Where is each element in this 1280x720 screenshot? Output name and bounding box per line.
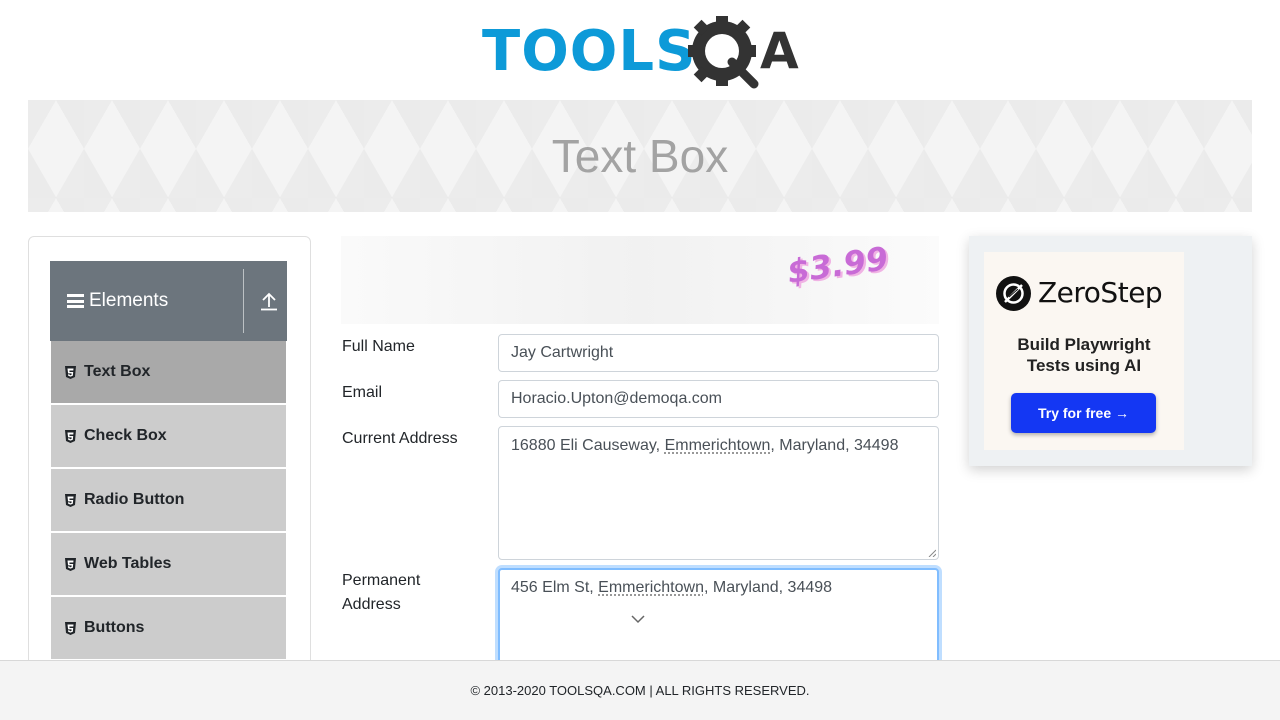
footer: © 2013-2020 TOOLSQA.COM | ALL RIGHTS RES… — [0, 660, 1280, 720]
html5-icon — [65, 557, 76, 571]
sidebar-item-check-box[interactable]: Check Box — [51, 405, 286, 467]
menu-icon — [67, 294, 84, 308]
ad-banner[interactable]: $3.99 — [341, 236, 939, 324]
page-banner: Text Box — [28, 100, 1252, 212]
footer-copyright: © 2013-2020 TOOLSQA.COM | ALL RIGHTS RES… — [470, 683, 810, 698]
resize-handle-icon[interactable] — [928, 549, 936, 557]
ad-price: $3.99 — [784, 239, 891, 291]
current-address-text-1: 16880 Eli Causeway, — [511, 437, 665, 454]
email-label: Email — [342, 384, 383, 401]
group-header-elements[interactable]: Elements — [50, 261, 287, 341]
full-name-label: Full Name — [342, 338, 415, 355]
sidebar: Elements Text Box Check Box Radio Button — [28, 236, 311, 696]
page-title: Text Box — [551, 130, 729, 182]
ad-card: ZeroStep Build Playwright Tests using AI… — [984, 252, 1184, 450]
permanent-address-label-line2: Address — [342, 596, 401, 613]
sidebar-item-label: Buttons — [84, 619, 145, 636]
sidebar-item-buttons[interactable]: Buttons — [51, 597, 286, 659]
sidebar-item-radio-button[interactable]: Radio Button — [51, 469, 286, 531]
page: TOOLS A Text Box Elements Text Box Check… — [0, 0, 1280, 720]
gear-magnifier-icon: A — [688, 16, 799, 89]
current-address-city: Emmerichtown — [664, 437, 771, 454]
sidebar-menu: Text Box Check Box Radio Button Web Tabl… — [51, 341, 286, 661]
sidebar-item-label: Check Box — [84, 427, 167, 444]
current-address-textarea[interactable]: 16880 Eli Causeway, Emmerichtown, Maryla… — [498, 426, 939, 560]
sidebar-item-label: Radio Button — [84, 491, 185, 508]
collapse-up-icon[interactable] — [260, 291, 278, 311]
email-value: Horacio.Upton@demoqa.com — [511, 390, 723, 407]
try-for-free-button[interactable]: Try for free → — [1011, 393, 1156, 433]
ad-brand: ZeroStep — [1038, 276, 1163, 309]
group-title: Elements — [89, 290, 169, 311]
current-address-text-2: , Maryland, 34498 — [770, 437, 899, 454]
ad-tagline-line1: Build Playwright — [1017, 335, 1151, 354]
html5-icon — [65, 429, 76, 443]
permanent-address-label-line1: Permanent — [342, 572, 421, 589]
ad-tagline-line2: Tests using AI — [1026, 356, 1142, 375]
permanent-address-label: Permanent Address — [342, 569, 420, 617]
zerostep-logo-icon — [996, 276, 1031, 311]
header-divider — [243, 269, 244, 333]
sidebar-item-label: Text Box — [84, 363, 151, 380]
zerostep-ad[interactable]: ZeroStep Build Playwright Tests using AI… — [969, 236, 1252, 466]
full-name-input[interactable]: Jay Cartwright — [498, 334, 939, 372]
html5-icon — [65, 621, 76, 635]
permanent-address-text-1: 456 Elm St, — [511, 579, 599, 596]
permanent-address-text-2: , Maryland, 34498 — [703, 579, 833, 596]
current-address-label: Current Address — [342, 430, 458, 447]
logo-letter-a: A — [760, 22, 799, 80]
html5-icon — [65, 365, 76, 379]
chevron-down-icon[interactable] — [630, 613, 646, 625]
sidebar-item-label: Web Tables — [84, 555, 172, 572]
html5-icon — [65, 493, 76, 507]
email-input[interactable]: Horacio.Upton@demoqa.com — [498, 380, 939, 418]
sidebar-item-text-box[interactable]: Text Box — [51, 341, 286, 403]
sidebar-item-web-tables[interactable]: Web Tables — [51, 533, 286, 595]
ad-tagline: Build Playwright Tests using AI — [984, 334, 1184, 376]
logo-text: TOOLS — [482, 19, 697, 84]
permanent-address-city: Emmerichtown — [598, 579, 704, 596]
full-name-value: Jay Cartwright — [511, 344, 614, 361]
toolsqa-logo[interactable]: TOOLS A — [480, 14, 804, 92]
